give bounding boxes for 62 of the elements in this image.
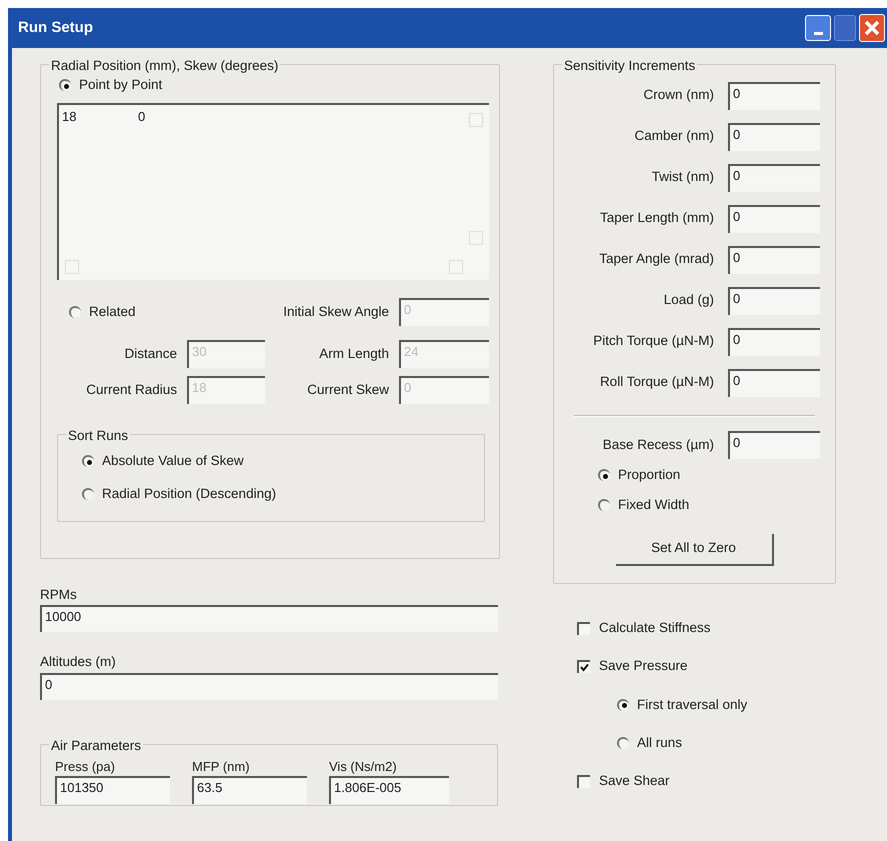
field-label: Initial Skew Angle — [282, 303, 390, 322]
text-field[interactable]: 0 — [728, 431, 820, 459]
field-label: Pitch Torque (µN-M) — [592, 332, 715, 350]
text-field[interactable]: 63.5 — [192, 776, 307, 804]
checkbox[interactable] — [577, 660, 590, 673]
radio-label: Fixed Width — [618, 496, 690, 514]
radio-label: First traversal only — [637, 696, 748, 714]
window-title: Run Setup — [18, 18, 93, 38]
checkbox[interactable] — [577, 622, 590, 635]
text-field[interactable]: 0 — [728, 204, 820, 232]
checkbox-label: Calculate Stiffness — [599, 619, 711, 637]
checkbox-label: Save Pressure — [599, 657, 688, 676]
text-field[interactable]: 0 — [728, 164, 820, 192]
text-field[interactable]: 0 — [728, 122, 820, 150]
field-label: Altitudes (m) — [40, 653, 117, 672]
radio-label: Related — [89, 303, 136, 322]
text-field[interactable]: 0 — [728, 82, 820, 110]
radio-button[interactable] — [617, 736, 629, 749]
text-field[interactable]: 0 — [728, 328, 820, 356]
field-label: Taper Length (mm) — [598, 209, 715, 228]
text-field[interactable]: 0 — [40, 672, 498, 700]
radio-button[interactable] — [598, 499, 610, 512]
text-field[interactable]: 1.806E-005 — [329, 776, 449, 804]
set-all-to-zero-button[interactable]: Set All to Zero — [616, 534, 774, 566]
radio-button[interactable] — [617, 698, 629, 711]
radio-label: Absolute Value of Skew — [102, 452, 244, 470]
text-field[interactable]: 0 — [728, 368, 820, 396]
list-cell-text: 0 — [138, 108, 146, 126]
field-label: MFP (nm) — [192, 758, 251, 776]
field-label: Arm Length — [318, 345, 390, 364]
text-field[interactable]: 0 — [728, 246, 820, 274]
field-label: Press (pa) — [55, 758, 116, 776]
close-icon — [863, 19, 881, 37]
radio-button[interactable] — [59, 79, 71, 92]
field-label: Current Radius — [85, 381, 178, 400]
text-field[interactable]: 0 — [728, 286, 820, 314]
text-field[interactable]: 101350 — [55, 776, 170, 804]
field-label: Distance — [123, 345, 178, 364]
radio-button[interactable] — [82, 455, 94, 468]
minimize-button[interactable] — [805, 15, 831, 41]
field-label: Base Recess (µm) — [602, 436, 715, 454]
field-label: Current Skew — [306, 381, 390, 400]
field-label: Camber (nm) — [633, 127, 715, 146]
radio-button[interactable] — [82, 488, 94, 500]
checkbox[interactable] — [577, 774, 590, 788]
radio-label: Proportion — [618, 466, 680, 484]
text-field[interactable]: 10000 — [40, 605, 498, 632]
close-button[interactable] — [859, 14, 885, 42]
field-label: RPMs — [40, 586, 78, 604]
list-cell-text: 18 — [62, 108, 78, 126]
radio-label: Radial Position (Descending) — [102, 484, 276, 503]
radio-button[interactable] — [69, 306, 81, 318]
radio-label: Point by Point — [79, 76, 162, 94]
field-label: Taper Angle (mrad) — [598, 250, 715, 268]
radio-button[interactable] — [598, 469, 610, 482]
field-label: Roll Torque (µN-M) — [598, 373, 715, 392]
checkbox-label: Save Shear — [599, 772, 670, 790]
field-label: Load (g) — [662, 291, 715, 310]
field-label: Vis (Ns/m2) — [329, 758, 398, 776]
field-label: Twist (nm) — [650, 168, 715, 186]
field-label: Crown (nm) — [642, 86, 715, 104]
radio-label: All runs — [637, 734, 682, 752]
